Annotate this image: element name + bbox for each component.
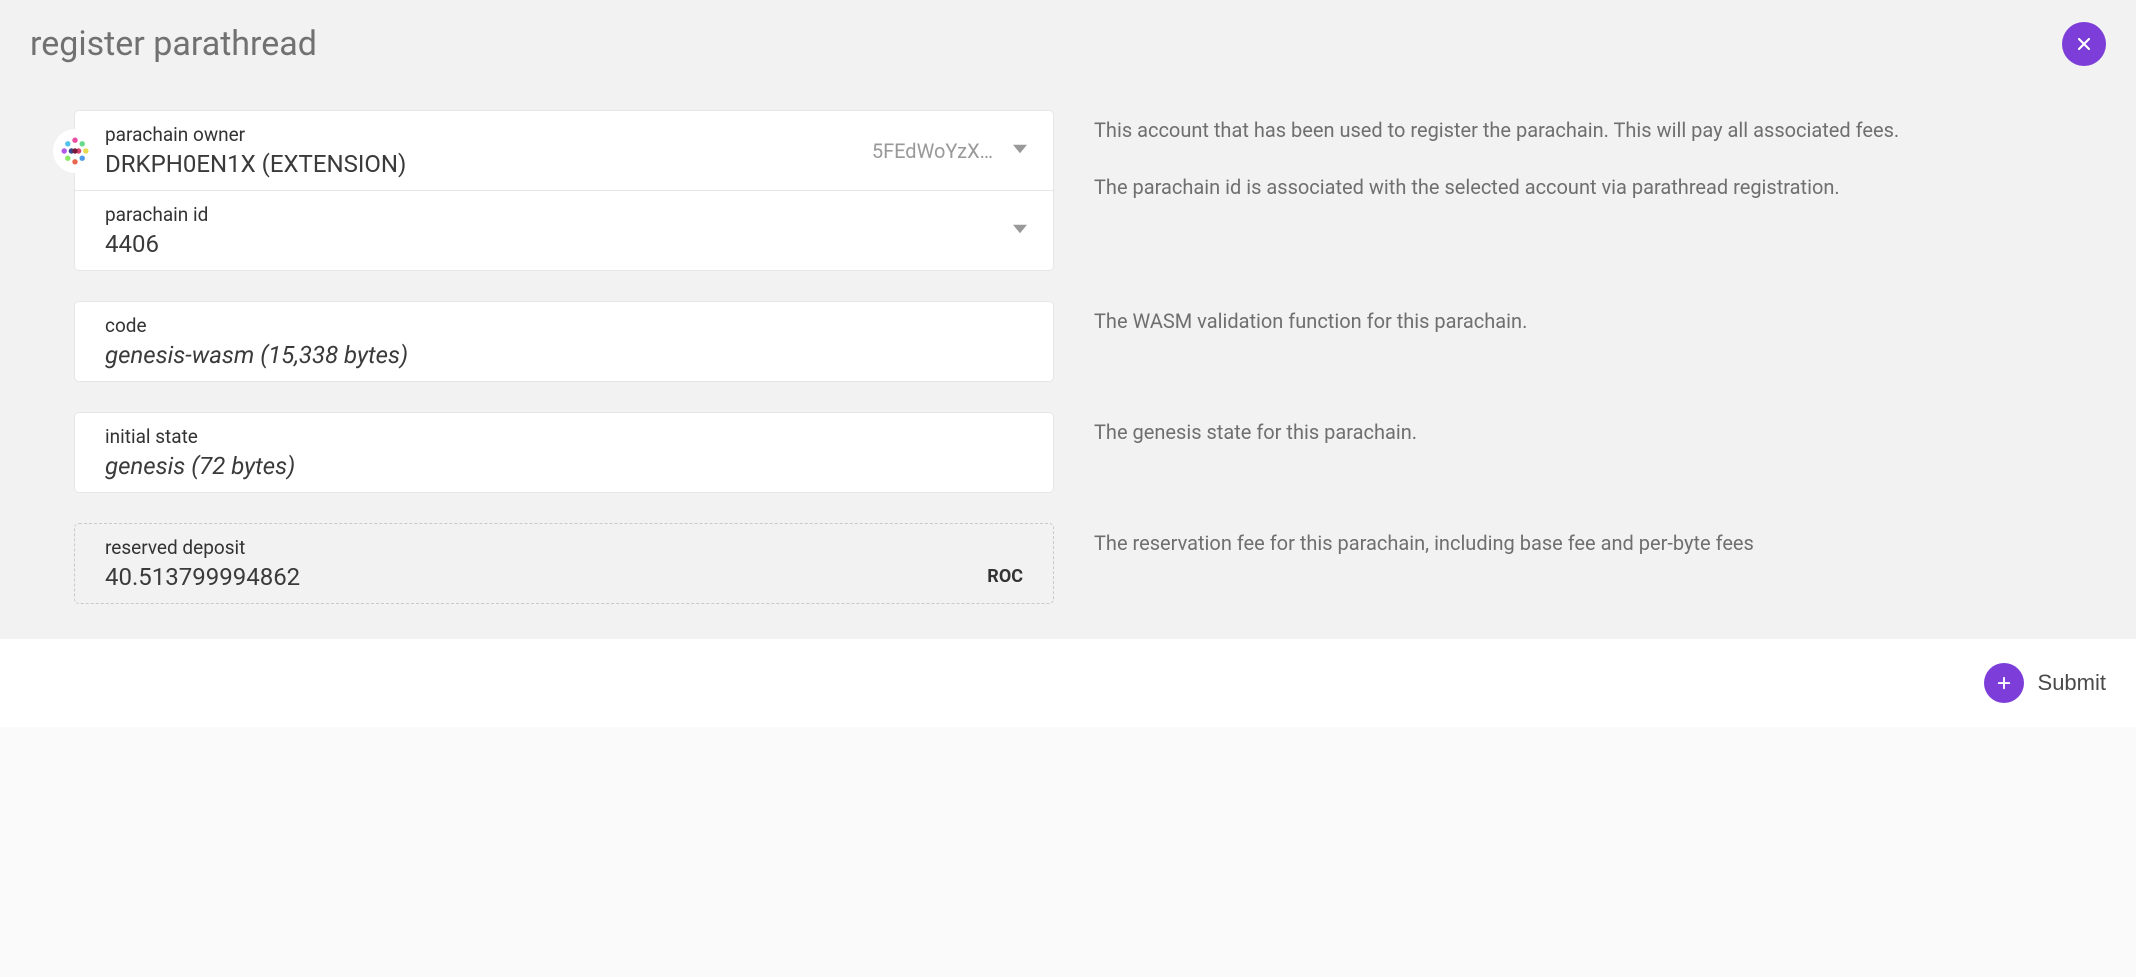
deposit-value: 40.513799994862	[105, 563, 1023, 591]
initial-state-help-text: The genesis state for this parachain.	[1094, 412, 2096, 493]
deposit-row: reserved deposit 40.513799994862 ROC The…	[74, 523, 2096, 604]
close-button[interactable]	[2062, 22, 2106, 66]
chevron-down-icon	[1013, 142, 1027, 160]
initial-state-value: genesis (72 bytes)	[105, 452, 1023, 480]
parachain-id-value: 4406	[105, 230, 1023, 258]
close-icon	[2074, 34, 2094, 54]
parachain-owner-field[interactable]: parachain owner DRKPH0EN1X (EXTENSION) 5…	[74, 110, 1054, 191]
deposit-label: reserved deposit	[105, 536, 1023, 559]
parachain-id-label: parachain id	[105, 203, 1023, 226]
modal-container: register parathread	[0, 0, 2136, 639]
modal-header: register parathread	[30, 22, 2106, 66]
code-field[interactable]: code genesis-wasm (15,338 bytes)	[74, 301, 1054, 382]
initial-state-field[interactable]: initial state genesis (72 bytes)	[74, 412, 1054, 493]
owner-id-left: parachain owner DRKPH0EN1X (EXTENSION) 5…	[74, 110, 1054, 271]
deposit-help-text: The reservation fee for this parachain, …	[1094, 523, 2096, 604]
parachain-id-help-text: The parachain id is associated with the …	[1094, 173, 2096, 202]
code-help-text: The WASM validation function for this pa…	[1094, 301, 2096, 382]
initial-state-label: initial state	[105, 425, 1023, 448]
parachain-id-field[interactable]: parachain id 4406	[74, 190, 1054, 271]
owner-id-row: parachain owner DRKPH0EN1X (EXTENSION) 5…	[74, 110, 2096, 271]
submit-label: Submit	[2038, 670, 2106, 696]
modal-footer: Submit	[0, 639, 2136, 727]
owner-id-help: This account that has been used to regis…	[1094, 110, 2096, 271]
reserved-deposit-field: reserved deposit 40.513799994862 ROC	[74, 523, 1054, 604]
chevron-down-icon	[1013, 222, 1027, 240]
account-avatar-icon	[53, 129, 97, 173]
code-row: code genesis-wasm (15,338 bytes) The WAS…	[74, 301, 2096, 382]
submit-button[interactable]: Submit	[1984, 663, 2106, 703]
owner-help-text: This account that has been used to regis…	[1094, 116, 2096, 145]
initial-state-row: initial state genesis (72 bytes) The gen…	[74, 412, 2096, 493]
form-area: parachain owner DRKPH0EN1X (EXTENSION) 5…	[30, 110, 2106, 604]
owner-address-short: 5FEdWoYzX…	[872, 139, 993, 163]
plus-icon	[1984, 663, 2024, 703]
modal-title: register parathread	[30, 24, 317, 64]
deposit-unit: ROC	[987, 566, 1023, 587]
code-value: genesis-wasm (15,338 bytes)	[105, 341, 1023, 369]
code-label: code	[105, 314, 1023, 337]
